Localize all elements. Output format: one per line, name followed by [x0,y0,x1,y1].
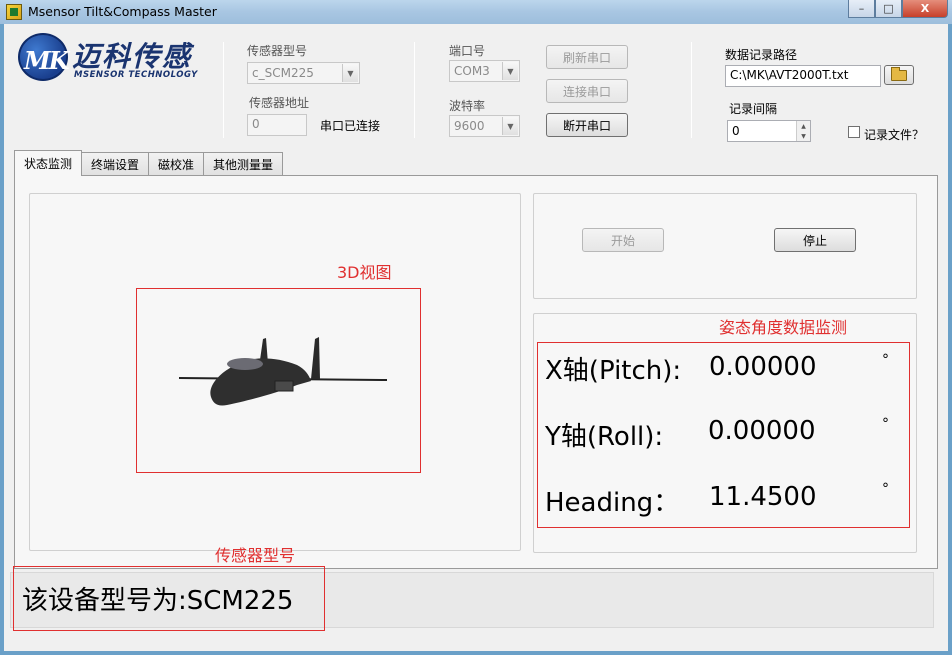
sensor-model-label: 传感器型号 [247,44,308,58]
browse-folder-button[interactable] [884,65,914,85]
logo-name-en: MSENSOR TECHNOLOGY [74,70,198,80]
maximize-button[interactable]: □ [875,0,902,18]
folder-icon [891,66,907,81]
title-bar: Msensor Tilt&Compass Master – □ X [0,0,952,24]
attitude-label: 姿态角度数据监测 [719,318,848,337]
separator [691,42,692,138]
log-path-label: 数据记录路径 [725,48,798,62]
port-label: 端口号 [449,44,486,58]
roll-degree: ° [882,416,889,432]
sensor-model-select[interactable]: c_SCM225 ▼ [247,62,360,84]
sensor-model-value: c_SCM225 [252,66,314,80]
tab-other-measurements[interactable]: 其他测量量 [203,152,284,176]
logo-mark-icon: MK [18,33,69,81]
close-button[interactable]: X [902,0,948,18]
pitch-label: X轴(Pitch): [545,356,682,386]
refresh-port-button[interactable]: 刷新串口 [546,45,628,69]
tab-terminal-settings[interactable]: 终端设置 [81,152,150,176]
chevron-down-icon: ▼ [342,64,358,82]
log-interval-label: 记录间隔 [729,102,778,116]
logo-name-cn: 迈科传感 [72,40,193,73]
device-model-text: 该设备型号为:SCM225 [22,586,294,616]
minimize-button[interactable]: – [848,0,875,18]
tab-status-monitor[interactable]: 状态监测 [14,150,83,176]
heading-value: 11.4500 [709,482,817,512]
heading-label: Heading： [545,488,680,518]
pitch-value: 0.00000 [709,352,817,382]
baud-value: 9600 [454,119,485,133]
tab-magnetic-calibration[interactable]: 磁校准 [148,152,205,176]
connect-port-button[interactable]: 连接串口 [546,79,628,103]
chevron-down-icon: ▼ [502,117,518,135]
separator [223,42,224,138]
view3d-label: 3D视图 [337,263,392,282]
sensor-address-label: 传感器地址 [249,96,310,110]
app-icon [6,4,22,20]
log-interval-spinner[interactable]: 0 ▲ ▼ [727,120,811,142]
stop-button[interactable]: 停止 [774,228,856,252]
window-controls: – □ X [848,0,948,18]
log-path-input[interactable]: C:\MK\AVT2000T.txt [725,65,881,87]
roll-label: Y轴(Roll): [545,422,664,452]
sensor-address-input[interactable]: 0 [247,114,307,136]
heading-degree: ° [882,481,889,497]
roll-value: 0.00000 [708,416,816,446]
aircraft-model-icon [178,337,388,406]
start-button[interactable]: 开始 [582,228,664,252]
port-value: COM3 [454,64,490,78]
window-title: Msensor Tilt&Compass Master [28,4,217,19]
record-file-checkbox[interactable] [848,126,860,138]
baud-label: 波特率 [449,99,486,113]
sensor-model-annotation: 传感器型号 [215,546,296,565]
record-file-label: 记录文件？ [864,128,925,142]
connection-status: 串口已连接 [320,119,381,133]
baud-select[interactable]: 9600 ▼ [449,115,520,137]
chevron-down-icon: ▼ [502,62,518,80]
pitch-degree: ° [882,352,889,368]
spinner-arrows[interactable]: ▲ ▼ [796,121,810,141]
separator [414,42,415,138]
spin-down-icon[interactable]: ▼ [797,131,810,141]
spin-up-icon[interactable]: ▲ [797,121,810,131]
disconnect-port-button[interactable]: 断开串口 [546,113,628,137]
window-frame-bottom [0,651,952,655]
company-logo: MK 迈科传感 MSENSOR TECHNOLOGY [18,33,208,83]
log-interval-value: 0 [732,124,740,138]
port-select[interactable]: COM3 ▼ [449,60,520,82]
tab-bar: 状态监测 终端设置 磁校准 其他测量量 [14,150,284,176]
view3d-viewport[interactable] [136,288,421,473]
logo-mark-text: MK [24,46,69,75]
